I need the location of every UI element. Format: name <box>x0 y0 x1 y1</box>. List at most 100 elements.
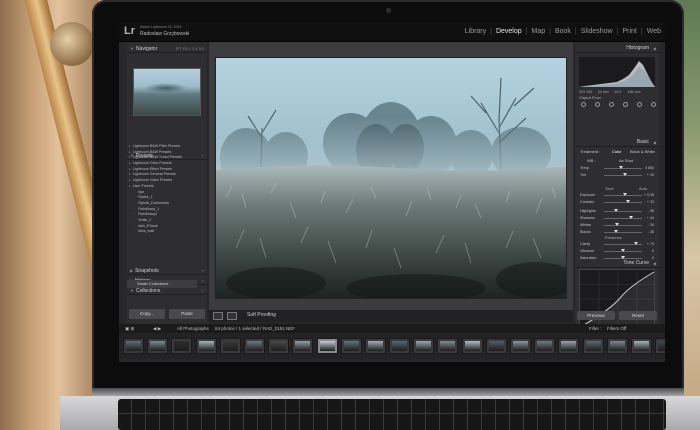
slider-value[interactable]: 0 <box>652 249 654 253</box>
filmstrip-thumbnail[interactable] <box>655 338 665 354</box>
filmstrip-thumbnail[interactable] <box>219 338 241 354</box>
slider-knob[interactable] <box>622 173 627 176</box>
slider-knob[interactable] <box>614 223 619 226</box>
filmstrip-thumbnail[interactable] <box>268 338 290 354</box>
slider-label: Tint <box>580 173 586 177</box>
filmstrip-thumbnail[interactable] <box>340 338 362 354</box>
red-eye-icon[interactable] <box>609 102 614 107</box>
slider-knob[interactable] <box>628 216 633 219</box>
add-snapshot-icon[interactable]: + <box>202 266 204 275</box>
filmstrip-thumbnail[interactable] <box>243 338 265 354</box>
filmstrip-thumbnail[interactable] <box>171 338 193 354</box>
add-collection-icon[interactable]: + <box>202 286 204 295</box>
basic-header[interactable]: Basic ◀ <box>575 138 659 147</box>
treatment-color-option[interactable]: Color <box>612 149 622 154</box>
slider-track[interactable] <box>604 216 642 219</box>
slider-knob[interactable] <box>614 209 619 212</box>
filmstrip-thumbnail[interactable] <box>437 338 459 354</box>
expand-triangle-icon: ▶ <box>130 268 134 273</box>
loupe-view-icon[interactable] <box>213 312 223 320</box>
slider-value[interactable]: - 38 <box>648 230 654 234</box>
filmstrip-thumbnail[interactable] <box>123 338 144 354</box>
module-develop[interactable]: Develop <box>496 28 522 35</box>
paste-button[interactable]: Paste <box>169 309 205 319</box>
nav-arrows-icon[interactable]: ◀ ▶ <box>153 324 161 333</box>
slider-knob[interactable] <box>621 249 625 252</box>
slider-value[interactable]: - 36 <box>648 209 654 213</box>
filmstrip-thumbnail[interactable] <box>606 338 628 354</box>
filmstrip-thumbnail[interactable] <box>510 338 531 354</box>
slider-value[interactable]: + 44 <box>647 216 654 220</box>
slider-knob[interactable] <box>619 166 624 169</box>
crop-tool-icon[interactable] <box>581 102 586 107</box>
slider-knob[interactable] <box>634 242 639 245</box>
reset-button[interactable]: Reset <box>619 311 657 320</box>
slider-value[interactable]: - 34 <box>648 223 654 227</box>
add-preset-icon[interactable]: + <box>202 151 204 160</box>
preset-item[interactable]: · tetra_matl <box>129 229 197 235</box>
navigator-preview[interactable] <box>133 68 201 116</box>
slider-knob[interactable] <box>622 193 627 196</box>
slider-knob[interactable] <box>614 230 619 233</box>
slider-value[interactable]: + 74 <box>647 242 654 246</box>
filmstrip-thumbnail[interactable] <box>364 338 386 354</box>
slider-value[interactable]: + 33 <box>647 200 654 204</box>
graduated-filter-icon[interactable] <box>623 102 628 107</box>
slider-track[interactable] <box>604 173 642 176</box>
filmstrip-thumbnail[interactable] <box>316 338 338 354</box>
histogram-header[interactable]: Histogram ◀ <box>575 44 659 53</box>
copy-button[interactable]: Copy... <box>129 309 165 319</box>
module-web[interactable]: Web <box>647 28 661 35</box>
filmstrip-thumbnail[interactable] <box>558 338 580 354</box>
slider-value[interactable]: + 0,35 <box>644 193 654 197</box>
wb-select[interactable]: As Shot <box>619 158 633 163</box>
filmstrip-thumbnail[interactable] <box>534 338 556 354</box>
before-after-view-icon[interactable] <box>227 312 237 320</box>
slider-track[interactable] <box>604 249 642 252</box>
slider-track[interactable] <box>604 242 642 245</box>
grid-view-icon[interactable]: ▣ ⊞ <box>125 324 134 333</box>
module-slideshow[interactable]: Slideshow <box>581 28 613 35</box>
adjustment-brush-icon[interactable] <box>651 102 656 107</box>
filmstrip-thumbnail[interactable] <box>630 338 652 354</box>
navigator-header[interactable]: ▼ Navigator FIT FILL 1:1 3:1 <box>127 44 207 53</box>
slider-track[interactable] <box>604 200 642 203</box>
slider-value[interactable]: + 10 <box>647 173 654 177</box>
filmstrip-thumbnail[interactable] <box>147 338 169 354</box>
original-photo-checkbox[interactable]: Original Photo <box>579 96 601 100</box>
tone-curve-header[interactable]: Tone Curve ◀ <box>575 259 659 268</box>
module-map[interactable]: Map <box>531 28 545 35</box>
slider-track[interactable] <box>604 223 642 226</box>
filmstrip-thumbnail[interactable] <box>461 338 483 354</box>
module-library[interactable]: Library <box>465 28 486 35</box>
treatment-bw-option[interactable]: Black & White <box>630 149 655 154</box>
filmstrip-thumbnail[interactable] <box>389 338 411 354</box>
snapshots-header[interactable]: ▶ Snapshots + <box>127 266 207 275</box>
slider-value[interactable]: 4 850 <box>645 166 654 170</box>
navigator-zoom-options[interactable]: FIT FILL 1:1 3:1 <box>176 44 204 53</box>
filmstrip-thumbnail[interactable] <box>582 338 604 354</box>
filmstrip-thumbnail[interactable] <box>195 338 217 354</box>
filmstrip-thumbnail[interactable] <box>292 338 314 354</box>
slider-track[interactable] <box>604 209 642 212</box>
spot-removal-icon[interactable] <box>595 102 600 107</box>
slider-track[interactable] <box>604 166 642 169</box>
tone-auto-button[interactable]: Auto <box>639 186 647 191</box>
thumbnail-image <box>319 341 335 351</box>
filmstrip-source[interactable]: All Photographs <box>177 324 209 333</box>
slider-knob[interactable] <box>625 200 630 203</box>
module-book[interactable]: Book <box>555 28 571 35</box>
slider-track[interactable] <box>604 193 642 196</box>
smart-collections-item[interactable]: Smart Collections <box>127 280 197 288</box>
filmstrip-thumbnail[interactable] <box>413 338 435 354</box>
develop-tool-strip <box>581 102 656 107</box>
slider-track[interactable] <box>604 230 642 233</box>
previous-button[interactable]: Previous <box>577 311 615 320</box>
module-print[interactable]: Print <box>622 28 636 35</box>
soft-proofing-checkbox[interactable]: Soft Proofing <box>247 312 276 318</box>
filter-select[interactable]: Filters Off <box>607 324 626 333</box>
clear-history-icon[interactable]: × <box>202 276 204 285</box>
photo-preview[interactable] <box>215 57 567 299</box>
radial-filter-icon[interactable] <box>637 102 642 107</box>
filmstrip-thumbnail[interactable] <box>485 338 507 354</box>
